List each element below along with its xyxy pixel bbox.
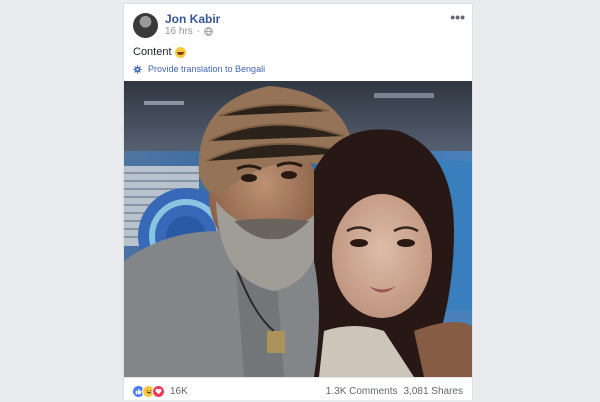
reactions-summary[interactable]: 16K: [132, 385, 188, 398]
rolling-on-floor-laughing-emoji: [174, 46, 186, 58]
author-avatar[interactable]: [133, 13, 158, 38]
globe-icon[interactable]: [204, 27, 213, 36]
post-card: Jon Kabir 16 hrs · ••• Content Provide t…: [123, 3, 473, 400]
comments-count-link[interactable]: 1.3K Comments: [326, 386, 398, 397]
translate-label: Provide translation to Bengali: [148, 64, 266, 74]
shares-count-link[interactable]: 3,081 Shares: [404, 386, 464, 397]
gear-icon: [133, 64, 142, 74]
photo-illustration: [124, 81, 472, 377]
more-options-icon[interactable]: •••: [450, 9, 465, 25]
engagement-stats: 1.3K Comments 3,081 Shares: [326, 386, 463, 397]
translate-link[interactable]: Provide translation to Bengali: [133, 64, 265, 74]
reaction-count: 16K: [170, 386, 188, 397]
love-reaction-icon: [152, 385, 165, 398]
post-text-content: Content: [133, 46, 172, 58]
post-footer: 16K 1.3K Comments 3,081 Shares: [124, 377, 472, 402]
author-name[interactable]: Jon Kabir: [165, 12, 220, 26]
post-photo[interactable]: [124, 81, 472, 377]
post-text: Content: [133, 46, 186, 58]
post-timestamp[interactable]: 16 hrs: [165, 26, 193, 37]
dot-separator: ·: [196, 26, 201, 37]
post-meta: 16 hrs ·: [165, 26, 213, 37]
